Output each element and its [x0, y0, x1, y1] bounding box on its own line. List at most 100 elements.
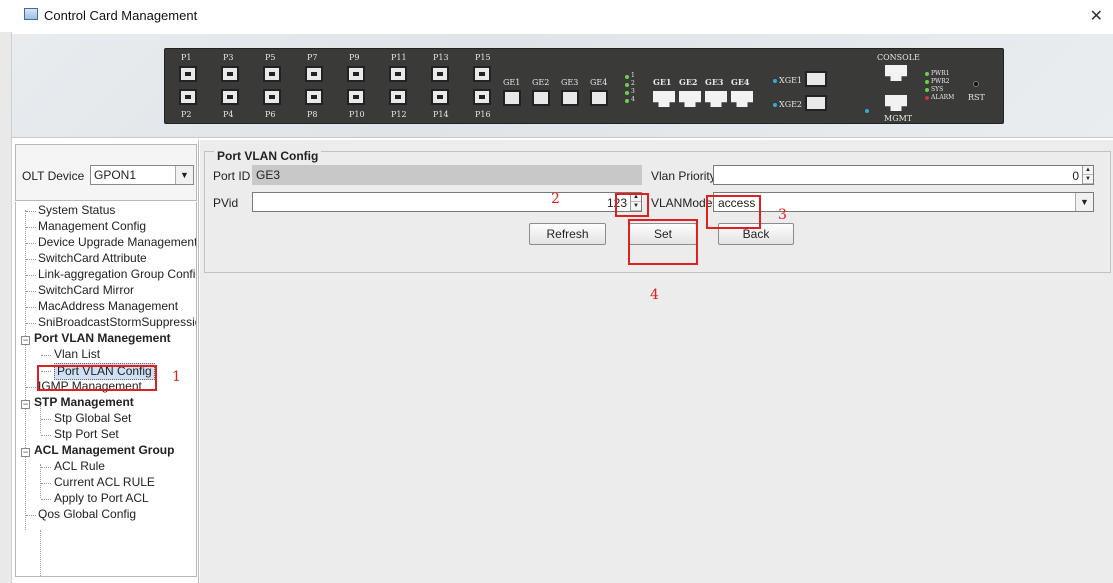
collapse-icon[interactable]: −	[21, 400, 30, 409]
port-label-bottom: P6	[265, 110, 276, 119]
tree-item-macaddress[interactable]: MacAddress Management	[38, 299, 178, 314]
collapse-icon[interactable]: −	[21, 336, 30, 345]
port-label-bottom: P10	[349, 110, 365, 119]
pon-port	[221, 89, 239, 105]
tree-group-acl[interactable]: ACL Management Group	[34, 443, 174, 458]
device-front-panel: P1 P2 P3 P4 P5 P6 P7 P8 P9 P10 P11 P12 P13 P14 P15 P16 G…	[164, 48, 1004, 124]
led-icon	[625, 91, 629, 95]
console-label: CONSOLE	[877, 53, 920, 62]
port-label-top: P1	[181, 53, 192, 62]
ge-led-label: 2	[631, 80, 635, 87]
pon-port	[263, 66, 281, 82]
ge-led-label: 4	[631, 96, 635, 103]
tree-item-switchcard-mirror[interactable]: SwitchCard Mirror	[38, 283, 134, 298]
main-content: Port VLAN Config Port ID GE3 Vlan Priori…	[200, 140, 1113, 583]
annotation-number-4: 4	[650, 287, 659, 303]
vlanmode-label: VLANMode	[651, 196, 713, 210]
pon-port	[431, 66, 449, 82]
annotation-box-4	[628, 219, 698, 265]
tree-item-stp-global[interactable]: Stp Global Set	[54, 411, 131, 426]
rj45-label: GE2	[679, 77, 698, 87]
olt-device-box: OLT Device GPON1 ▼	[15, 144, 197, 201]
tree-item-current-acl[interactable]: Current ACL RULE	[54, 475, 155, 490]
tree-item-switchcard-attribute[interactable]: SwitchCard Attribute	[38, 251, 147, 266]
tree-item-device-upgrade[interactable]: Device Upgrade Management	[38, 235, 196, 250]
pon-port	[347, 89, 365, 105]
port-label-top: P7	[307, 53, 318, 62]
rj45-label: GE4	[731, 77, 750, 87]
spinner-up-icon[interactable]: ▲	[1083, 166, 1093, 175]
port-label-bottom: P16	[475, 110, 491, 119]
ge-led-label: 1	[631, 72, 635, 79]
ge-sfp-port	[561, 90, 579, 106]
console-port	[885, 65, 907, 81]
ge-label: GE2	[532, 78, 550, 87]
spinner-down-icon[interactable]: ▼	[1083, 175, 1093, 184]
olt-device-value: GPON1	[94, 168, 137, 182]
tree-item-acl-rule[interactable]: ACL Rule	[54, 459, 105, 474]
olt-device-label: OLT Device	[22, 169, 85, 183]
tree-item-apply-acl[interactable]: Apply to Port ACL	[54, 491, 149, 506]
tree-item-stp-port[interactable]: Stp Port Set	[54, 427, 119, 442]
tree-item-link-aggregation[interactable]: Link-aggregation Group Config	[38, 267, 196, 282]
ge-label: GE3	[561, 78, 579, 87]
pon-port	[179, 89, 197, 105]
annotation-number-2: 2	[551, 191, 560, 207]
status-led-icon	[925, 88, 929, 92]
tree-item-qos[interactable]: Qos Global Config	[38, 507, 136, 522]
chevron-down-icon[interactable]: ▼	[1075, 193, 1093, 211]
tree-group-port-vlan[interactable]: Port VLAN Manegement	[34, 331, 171, 346]
port-label-top: P11	[391, 53, 407, 62]
close-icon[interactable]: ✕	[1090, 6, 1103, 26]
port-label-top: P9	[349, 53, 360, 62]
refresh-button[interactable]: Refresh	[529, 223, 606, 245]
left-edge-strip	[0, 32, 12, 583]
vlanmode-select[interactable]: access ▼	[713, 192, 1094, 212]
tree-item-vlan-list[interactable]: Vlan List	[54, 347, 100, 362]
ge-sfp-port	[503, 90, 521, 106]
led-icon	[625, 75, 629, 79]
port-label-bottom: P4	[223, 110, 234, 119]
pon-port	[179, 66, 197, 82]
xge-label: XGE2	[779, 100, 803, 109]
annotation-box-1	[37, 365, 157, 391]
led-icon	[865, 109, 869, 113]
pon-port	[263, 89, 281, 105]
vlan-priority-spinner[interactable]: 0 ▲ ▼	[713, 165, 1094, 185]
status-led-icon	[925, 80, 929, 84]
port-id-label: Port ID	[213, 169, 251, 183]
status-led-label: PWR2	[931, 78, 950, 85]
tree-group-stp[interactable]: STP Management	[34, 395, 134, 410]
led-icon	[625, 99, 629, 103]
pvid-label: PVid	[213, 196, 239, 210]
vlan-priority-label: Vlan Priority	[651, 169, 716, 183]
xge-port	[805, 71, 827, 87]
tree-item-sni-broadcast[interactable]: SniBroadcastStormSuppressio	[38, 315, 196, 330]
window-icon	[24, 8, 38, 20]
port-label-bottom: P14	[433, 110, 449, 119]
port-label-bottom: P12	[391, 110, 407, 119]
led-icon	[625, 83, 629, 87]
sidebar: OLT Device GPON1 ▼ System Status Managem…	[12, 140, 199, 583]
mgmt-port	[885, 95, 907, 111]
olt-device-select[interactable]: GPON1 ▼	[90, 165, 194, 185]
chevron-down-icon[interactable]: ▼	[175, 166, 193, 184]
tree-item-management-config[interactable]: Management Config	[38, 219, 146, 234]
pon-port	[305, 66, 323, 82]
ge-sfp-port	[590, 90, 608, 106]
collapse-icon[interactable]: −	[21, 448, 30, 457]
port-id-value: GE3	[256, 168, 281, 182]
rst-label: RST	[968, 93, 985, 102]
pvid-spinner[interactable]: 123 ▲ ▼	[252, 192, 642, 212]
annotation-number-3: 3	[778, 207, 787, 223]
status-led-icon	[925, 72, 929, 76]
group-title: Port VLAN Config	[214, 149, 322, 163]
title-bar: Control Card Management ✕	[0, 0, 1113, 32]
pon-port	[305, 89, 323, 105]
annotation-number-1: 1	[172, 369, 181, 385]
annotation-box-3	[706, 195, 761, 229]
pon-port	[389, 89, 407, 105]
tree-item-system-status[interactable]: System Status	[38, 203, 115, 218]
ge-sfp-port	[532, 90, 550, 106]
pon-port	[389, 66, 407, 82]
